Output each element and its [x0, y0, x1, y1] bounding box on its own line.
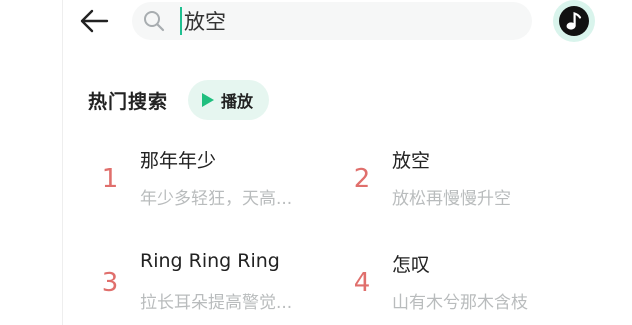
item-subtitle: 拉长耳朵提高警觉...	[140, 293, 293, 313]
play-all-label: 播放	[221, 92, 254, 111]
item-title: 怎叹	[392, 254, 431, 276]
item-title: 放空	[392, 150, 431, 172]
play-triangle-icon	[202, 93, 215, 107]
music-note-icon	[566, 12, 582, 30]
hot-search-item-1[interactable]: 1 那年年少 年少多轻狂，天高...	[96, 146, 326, 216]
rank-number: 2	[353, 164, 371, 194]
item-title: 那年年少	[140, 150, 217, 172]
item-title: Ring Ring Ring	[140, 250, 280, 272]
hot-search-item-2[interactable]: 2 放空 放松再慢慢升空	[348, 146, 578, 216]
hot-search-item-4[interactable]: 4 怎叹 山有木兮那木含枝	[348, 250, 578, 320]
item-subtitle: 山有木兮那木含枝	[392, 293, 528, 313]
magnifier-icon	[144, 11, 165, 32]
play-all-button[interactable]: 播放	[188, 80, 270, 120]
hot-search-item-3[interactable]: 3 Ring Ring Ring 拉长耳朵提高警觉...	[96, 250, 326, 320]
top-bar	[0, 0, 632, 52]
music-disc	[559, 6, 589, 36]
search-input[interactable]	[184, 6, 524, 36]
now-playing-button[interactable]	[553, 0, 595, 42]
arrow-left-icon	[80, 9, 109, 33]
search-page: 热门搜索 播放 1 那年年少 年少多轻狂，天高... 2 放空 放松再慢慢升空 …	[0, 0, 632, 325]
text-caret	[180, 7, 182, 35]
hot-search-header: 热门搜索 播放	[88, 78, 270, 122]
item-subtitle: 放松再慢慢升空	[392, 189, 511, 209]
hot-search-title: 热门搜索	[88, 90, 169, 113]
rank-number: 1	[101, 164, 119, 194]
search-box[interactable]	[132, 2, 532, 40]
back-button[interactable]	[76, 4, 112, 38]
item-subtitle: 年少多轻狂，天高...	[140, 189, 293, 209]
rank-number: 3	[101, 268, 119, 298]
rank-number: 4	[353, 268, 371, 298]
